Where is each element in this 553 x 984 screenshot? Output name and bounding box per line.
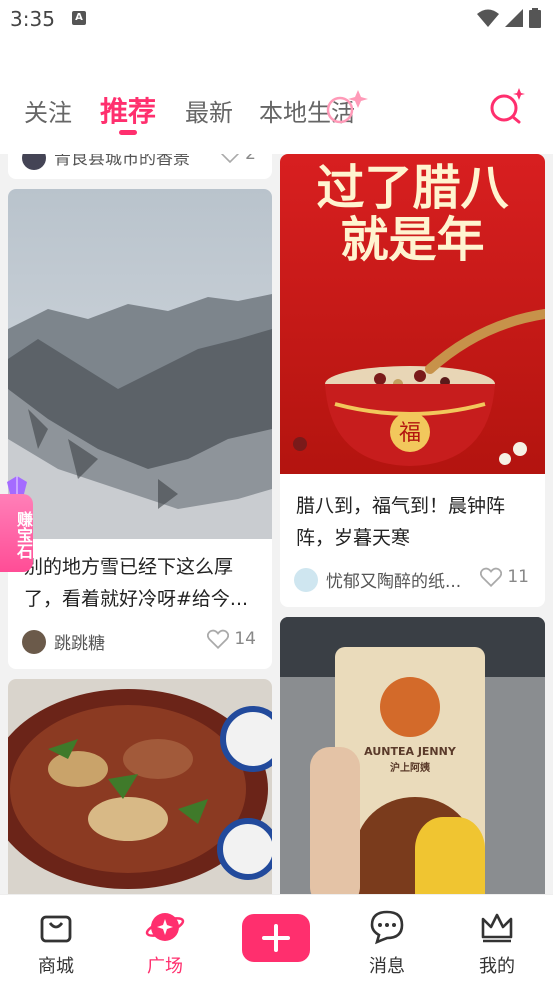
top-tab-bar: 关注 推荐 最新 本地生活 xyxy=(0,40,553,154)
porridge-bowl-illustration: 福 xyxy=(293,309,545,466)
nav-label: 我的 xyxy=(479,956,515,977)
card-title: 青良县城市的香景 xyxy=(54,154,190,169)
planet-icon xyxy=(145,913,185,941)
like-number: 14 xyxy=(234,629,256,649)
poster-line-2: 就是年 xyxy=(340,212,485,268)
bottom-nav: 商城 广场 消息 我的 xyxy=(0,894,553,984)
avatar xyxy=(22,629,46,654)
nav-messages[interactable]: 消息 xyxy=(352,909,422,978)
wifi-icon xyxy=(477,9,499,27)
system-icons xyxy=(477,8,541,28)
tab-recommended[interactable]: 推荐 xyxy=(100,90,156,130)
nav-label: 广场 xyxy=(147,956,183,977)
author-name: 忧郁又陶醉的纸... xyxy=(326,572,462,592)
bowl-character: 福 xyxy=(399,421,421,446)
active-tab-indicator xyxy=(119,130,137,135)
feed-card[interactable]: AUNTEA JENNY 沪上阿姨 xyxy=(280,617,545,894)
chat-icon xyxy=(370,910,404,945)
laba-poster-image: 过了腊八 就是年 福 xyxy=(280,154,545,474)
feed-waterfall[interactable]: 青良县城市的香景 2 别的地方雪已经下这么厚了，看着就好冷呀#给今... 跳跳糖… xyxy=(0,154,553,894)
sparkle-decoration-icon xyxy=(326,90,368,124)
author-name: 跳跳糖 xyxy=(54,634,105,654)
author[interactable]: 跳跳糖 xyxy=(22,629,105,654)
milk-tea-image: AUNTEA JENNY 沪上阿姨 xyxy=(280,617,545,894)
stir-fry-dish-image xyxy=(8,679,272,894)
status-time: 3:35 xyxy=(10,7,55,31)
notification-a-icon: A xyxy=(72,11,86,25)
bag-icon xyxy=(40,915,72,943)
nav-profile[interactable]: 我的 xyxy=(462,909,532,978)
feed-card[interactable]: 过了腊八 就是年 福 腊八到，福气到！晨钟阵阵，岁暮天寒 忧郁又陶醉的纸... … xyxy=(280,154,545,607)
tab-latest[interactable]: 最新 xyxy=(185,93,233,128)
like-number: 2 xyxy=(245,154,256,164)
heart-icon xyxy=(221,154,240,163)
author[interactable]: 忧郁又陶醉的纸... xyxy=(294,567,461,592)
nav-mall[interactable]: 商城 xyxy=(21,909,91,978)
cup-logo xyxy=(380,677,440,737)
battery-icon xyxy=(529,8,541,28)
signal-icon xyxy=(505,9,523,27)
hand xyxy=(310,747,360,894)
poster-line-1: 过了腊八 xyxy=(316,160,509,216)
card-title: 腊八到，福气到！晨钟阵阵，岁暮天寒 xyxy=(296,495,506,549)
leopard-illustration xyxy=(415,817,485,894)
earn-gems-badge[interactable]: 赚宝石 xyxy=(0,476,34,572)
like-number: 11 xyxy=(507,567,529,587)
earn-gems-label: 赚宝石 xyxy=(0,494,33,572)
card-title: 别的地方雪已经下这么厚了，看着就好冷呀#给今... xyxy=(24,556,249,610)
avatar xyxy=(294,567,318,592)
nav-label: 消息 xyxy=(369,956,405,977)
like-count[interactable]: 11 xyxy=(480,567,529,587)
poster-headline: 过了腊八 就是年 xyxy=(280,162,545,266)
feed-card[interactable] xyxy=(8,679,272,894)
tab-following[interactable]: 关注 xyxy=(24,93,72,128)
like-count[interactable]: 14 xyxy=(207,629,256,649)
heart-icon xyxy=(480,567,503,587)
search-icon[interactable] xyxy=(489,88,525,124)
crown-icon xyxy=(481,913,513,943)
post-button[interactable] xyxy=(242,914,310,962)
avatar xyxy=(22,154,46,170)
nav-label: 商城 xyxy=(38,956,74,977)
snowy-mountain-image xyxy=(8,189,272,539)
like-count[interactable]: 2 xyxy=(220,154,256,164)
plus-icon xyxy=(262,924,290,952)
heart-icon xyxy=(207,629,230,649)
cup-brand: AUNTEA JENNY xyxy=(364,745,456,758)
feed-card[interactable]: 青良县城市的香景 2 xyxy=(8,154,272,179)
feed-card[interactable]: 别的地方雪已经下这么厚了，看着就好冷呀#给今... 跳跳糖 14 xyxy=(8,189,272,669)
status-bar: 3:35 A xyxy=(0,0,553,40)
nav-plaza[interactable]: 广场 xyxy=(130,909,200,978)
